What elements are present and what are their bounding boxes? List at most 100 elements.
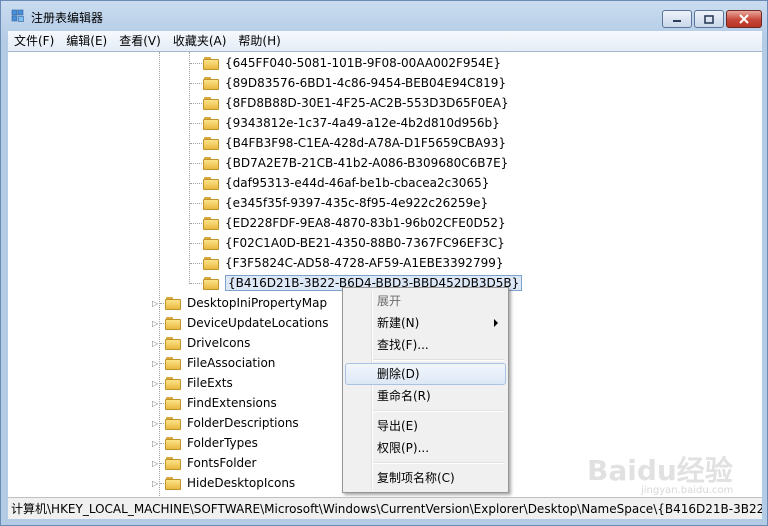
folder-icon (165, 456, 181, 470)
ctx-rename[interactable]: 重命名(R) (345, 385, 506, 407)
status-bar-path: 计算机\HKEY_LOCAL_MACHINE\SOFTWARE\Microsof… (8, 497, 762, 519)
title-bar[interactable]: 注册表编辑器 (1, 1, 767, 31)
tree-guide-line (190, 123, 202, 124)
tree-item-label: {8FD8B88D-30E1-4F25-AC2B-553D3D65F0EA} (225, 96, 509, 110)
tree-guide-line (190, 83, 202, 84)
tree-item-key[interactable]: ▷ DeviceUpdateLocations (152, 313, 329, 333)
ctx-copy-key-name[interactable]: 复制项名称(C) (345, 467, 506, 489)
close-button[interactable] (726, 10, 762, 28)
ctx-separator (373, 462, 504, 464)
tree-guide-line (190, 143, 202, 144)
tree-item-key[interactable]: ▷ DesktopIniPropertyMap (152, 293, 327, 313)
tree-item-label: DeviceUpdateLocations (187, 316, 329, 330)
maximize-button[interactable] (694, 10, 724, 28)
window-title: 注册表编辑器 (31, 11, 104, 25)
tree-guide-line (190, 243, 202, 244)
close-icon (739, 14, 749, 24)
tree-item-guid[interactable]: {89D83576-6BD1-4c86-9454-BEB04E94C819} (203, 73, 506, 93)
tree-guide-line (190, 183, 202, 184)
tree-item-guid[interactable]: {e345f35f-9397-435c-8f95-4e922c26259e} (203, 193, 488, 213)
menu-view[interactable]: 查看(V) (113, 32, 167, 50)
tree-item-label: DesktopIniPropertyMap (187, 296, 328, 310)
tree-item-key[interactable]: ▷ FileAssociation (152, 353, 275, 373)
menu-favorites[interactable]: 收藏夹(A) (167, 32, 233, 50)
tree-guide-line (160, 343, 164, 344)
tree-guide-line (160, 303, 164, 304)
ctx-expand[interactable]: 展开 (345, 290, 506, 312)
folder-icon (165, 336, 181, 350)
ctx-permissions[interactable]: 权限(P)... (345, 437, 506, 459)
folder-icon (165, 476, 181, 490)
tree-item-key[interactable]: ▷ FindExtensions (152, 393, 277, 413)
tree-item-label: {ED228FDF-9EA8-4870-83b1-96b02CFE0D52} (225, 216, 506, 230)
tree-item-guid[interactable]: {ED228FDF-9EA8-4870-83b1-96b02CFE0D52} (203, 213, 506, 233)
ctx-find[interactable]: 查找(F)... (345, 334, 506, 356)
tree-item-label: {e345f35f-9397-435c-8f95-4e922c26259e} (225, 196, 489, 210)
tree-item-key[interactable]: ▷ FontsFolder (152, 453, 256, 473)
minimize-icon (673, 20, 681, 22)
tree-item-guid[interactable]: {B4FB3F98-C1EA-428d-A78A-D1F5659CBA93} (203, 133, 506, 153)
tree-item-label: FileAssociation (187, 356, 276, 370)
tree-guide-line (160, 463, 164, 464)
folder-icon (203, 116, 219, 130)
tree-guide-line (160, 443, 164, 444)
folder-icon (165, 356, 181, 370)
ctx-new-label: 新建(N) (377, 316, 420, 330)
tree-item-key[interactable]: ▷ FolderTypes (152, 433, 258, 453)
folder-icon (165, 376, 181, 390)
ctx-new[interactable]: 新建(N) (345, 312, 506, 334)
folder-icon (165, 316, 181, 330)
tree-item-guid[interactable]: {F02C1A0D-BE21-4350-88B0-7367FC96EF3C} (203, 233, 505, 253)
tree-guide-line (190, 163, 202, 164)
ctx-export[interactable]: 导出(E) (345, 415, 506, 437)
folder-icon (165, 416, 181, 430)
tree-item-guid[interactable]: {9343812e-1c37-4a49-a12e-4b2d810d956b} (203, 113, 500, 133)
tree-item-guid[interactable]: {F3F5824C-AD58-4728-AF59-A1EBE3392799} (203, 253, 503, 273)
tree-item-label: {F3F5824C-AD58-4728-AF59-A1EBE3392799} (225, 256, 504, 270)
minimize-button[interactable] (662, 10, 692, 28)
ctx-separator (373, 410, 504, 412)
folder-icon (203, 96, 219, 110)
folder-icon (203, 236, 219, 250)
tree-guide-line (190, 223, 202, 224)
folder-icon (203, 136, 219, 150)
tree-item-guid[interactable]: {8FD8B88D-30E1-4F25-AC2B-553D3D65F0EA} (203, 93, 509, 113)
tree-item-key[interactable]: ▷ DriveIcons (152, 333, 250, 353)
submenu-arrow-icon (494, 319, 498, 327)
tree-item-guid[interactable]: {daf95313-e44d-46af-be1b-cbacea2c3065} (203, 173, 489, 193)
tree-item-label: HideDesktopIcons (187, 476, 296, 490)
tree-item-label: FolderTypes (187, 436, 258, 450)
menu-edit[interactable]: 编辑(E) (60, 32, 113, 50)
tree-guide-line (160, 423, 164, 424)
tree-item-label: {F02C1A0D-BE21-4350-88B0-7367FC96EF3C} (225, 236, 505, 250)
tree-item-key[interactable]: ▷ HideDesktopIcons (152, 473, 295, 493)
menu-file[interactable]: 文件(F) (8, 32, 60, 50)
folder-icon (203, 256, 219, 270)
menu-help[interactable]: 帮助(H) (232, 32, 286, 50)
watermark-url: jingyan.baidu.com (641, 485, 734, 496)
tree-item-label: FileExts (187, 376, 233, 390)
tree-item-key[interactable]: ▷ FolderDescriptions (152, 413, 299, 433)
regedit-icon (11, 9, 24, 22)
tree-guide-line (160, 383, 164, 384)
tree-item-guid[interactable]: {645FF040-5081-101B-9F08-00AA002F954E} (203, 53, 501, 73)
regedit-window: 注册表编辑器 文件(F) 编辑(E) 查看(V) 收藏夹(A) 帮助(H) {6… (0, 0, 768, 526)
tree-item-label: {9343812e-1c37-4a49-a12e-4b2d810d956b} (225, 116, 500, 130)
tree-guide-line (190, 283, 202, 284)
tree-item-key[interactable]: ▷ FileExts (152, 373, 233, 393)
tree-item-label: DriveIcons (187, 336, 251, 350)
ctx-separator (373, 359, 504, 361)
folder-icon (165, 436, 181, 450)
tree-item-guid[interactable]: {BD7A2E7B-21CB-41b2-A086-B309680C6B7E} (203, 153, 508, 173)
tree-item-label: {645FF040-5081-101B-9F08-00AA002F954E} (225, 56, 501, 70)
folder-icon (203, 216, 219, 230)
tree-guide-line (160, 363, 164, 364)
folder-icon (203, 196, 219, 210)
tree-item-label: {B4FB3F98-C1EA-428d-A78A-D1F5659CBA93} (225, 136, 507, 150)
watermark-logo: Baidu经验 (587, 454, 733, 487)
ctx-delete[interactable]: 删除(D) (345, 363, 506, 385)
tree-guide-line (190, 263, 202, 264)
tree-item-label: {89D83576-6BD1-4c86-9454-BEB04E94C819} (225, 76, 507, 90)
tree-guide-line (190, 103, 202, 104)
tree-item-label: FolderDescriptions (187, 416, 299, 430)
